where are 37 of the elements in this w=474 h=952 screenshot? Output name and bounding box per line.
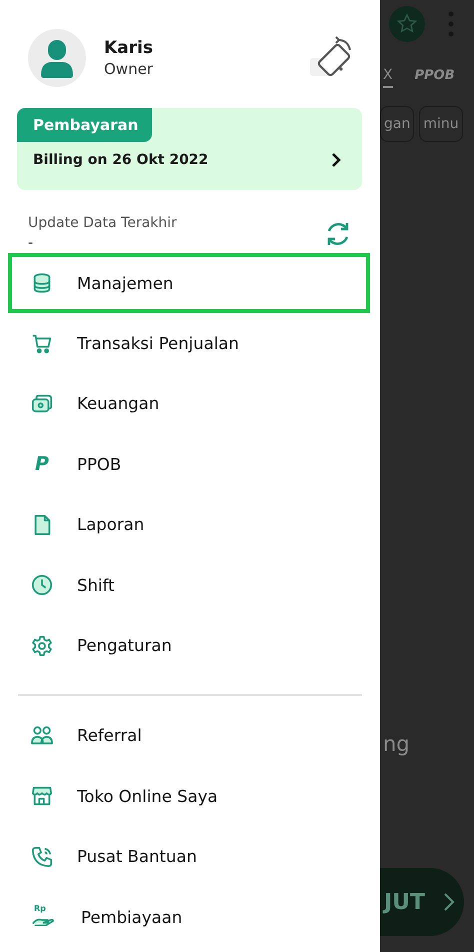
store-icon <box>31 785 53 808</box>
menu-item[interactable]: Laporan <box>8 494 370 555</box>
last-update-label: Update Data Terakhir <box>28 214 178 233</box>
phone-icon <box>31 846 53 868</box>
wallet-icon <box>31 392 53 415</box>
payment-tag: Pembayaran <box>17 108 152 142</box>
billing-date: Billing on 26 Okt 2022 <box>33 152 210 168</box>
user-role: Owner <box>104 58 154 78</box>
tab[interactable]: X <box>383 66 393 88</box>
letter-icon: P <box>31 453 53 476</box>
settings-icon <box>31 634 53 657</box>
menu-item[interactable]: Keuangan <box>8 374 370 434</box>
menu-item[interactable]: Rp Pembiayaan <box>8 886 370 948</box>
menu-item[interactable]: P PPOB <box>8 434 370 495</box>
chevron-icon <box>330 152 342 168</box>
database-icon <box>31 272 53 294</box>
user-name: Karis <box>104 38 154 58</box>
chevron-icon <box>443 892 456 912</box>
people-icon <box>31 724 53 747</box>
continue-button[interactable]: JUT <box>380 868 464 936</box>
clock-icon <box>31 574 53 596</box>
tab[interactable]: PPOB <box>414 68 455 86</box>
cart-icon <box>31 332 53 355</box>
filter-chip[interactable]: minu <box>419 106 463 142</box>
menu-item[interactable]: Pusat Bantuan <box>8 826 370 887</box>
last-update-value: - <box>28 234 34 253</box>
menu-item[interactable]: Manajemen <box>8 253 370 314</box>
menu-item[interactable]: Transaksi Penjualan <box>8 313 370 374</box>
currency-label: Rp <box>34 904 46 914</box>
payment-card[interactable]: Pembayaran Billing on 26 Okt 2022 <box>17 108 362 190</box>
filter-chip[interactable]: gan <box>380 106 414 142</box>
menu-item[interactable]: Referral <box>8 706 370 766</box>
menu-item[interactable]: Shift <box>8 554 370 616</box>
avatar-icon <box>28 29 86 87</box>
menu-item[interactable]: Pengaturan <box>8 615 370 676</box>
body-text: ng <box>383 732 410 756</box>
menu-item[interactable]: Toko Online Saya <box>8 766 370 827</box>
